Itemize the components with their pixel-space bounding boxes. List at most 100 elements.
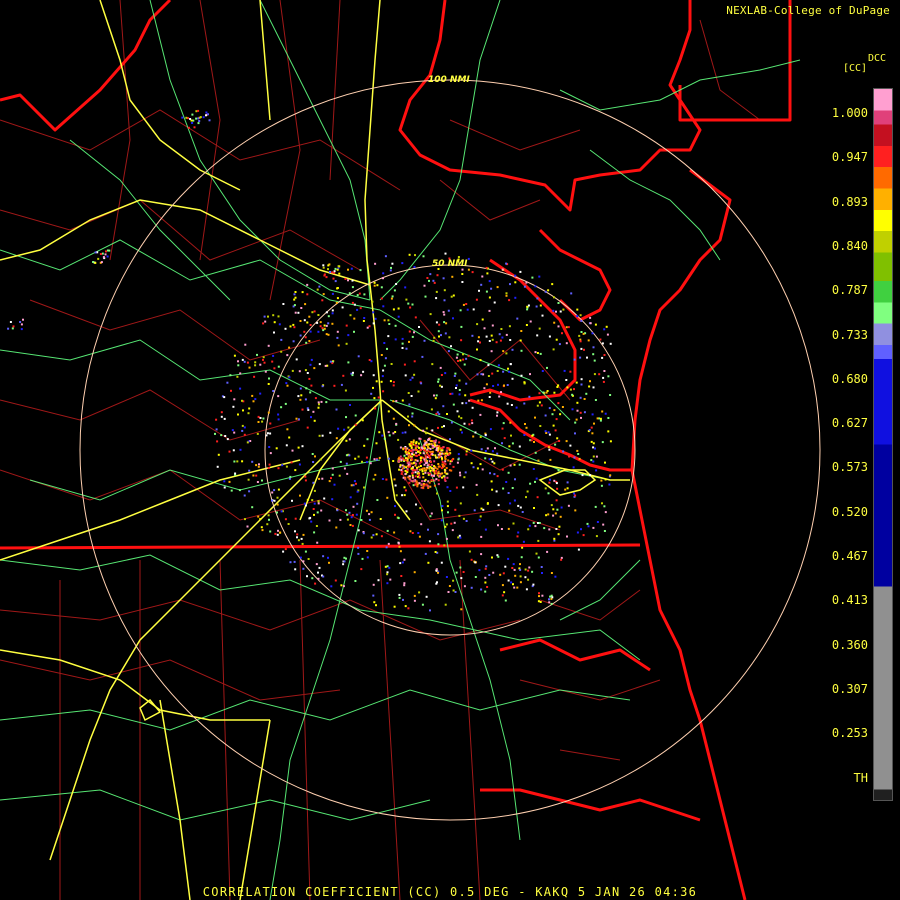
radar-echo [339, 460, 342, 463]
radar-echo [325, 311, 328, 314]
radar-echo [430, 460, 432, 463]
radar-echo [509, 283, 511, 286]
radar-echo [345, 509, 347, 512]
radar-echo [318, 434, 321, 437]
radar-echo [440, 334, 442, 337]
radar-echo [476, 323, 479, 326]
radar-echo [420, 446, 423, 449]
radar-echo [418, 454, 421, 456]
radar-echo [302, 567, 305, 570]
radar-echo [268, 377, 270, 380]
radar-echo [228, 480, 231, 483]
radar-echo [301, 542, 304, 545]
radar-echo [382, 305, 385, 308]
radar-echo [407, 392, 410, 394]
radar-echo [380, 286, 383, 289]
radar-echo [599, 338, 602, 341]
radar-echo [541, 370, 544, 372]
radar-echo [443, 468, 446, 471]
radar-echo [548, 448, 551, 451]
radar-echo [488, 309, 491, 312]
radar-echo [261, 479, 263, 482]
radar-echo [409, 378, 412, 381]
radar-echo [446, 486, 449, 489]
radar-echo [455, 571, 458, 574]
radar-echo [533, 441, 535, 443]
radar-echo [557, 302, 560, 304]
radar-echo [372, 311, 375, 314]
radar-echo [537, 556, 540, 559]
radar-echo [507, 492, 510, 494]
radar-echo [414, 471, 417, 474]
radar-echo [404, 374, 407, 377]
radar-echo [325, 333, 328, 336]
radar-echo [430, 479, 433, 482]
radar-echo [379, 518, 382, 520]
radar-echo [448, 257, 451, 260]
radar-echo [345, 439, 348, 442]
radar-echo [315, 563, 318, 566]
radar-echo [549, 595, 552, 598]
radar-echo [356, 502, 359, 505]
radar-echo [331, 498, 334, 501]
radar-echo [420, 483, 423, 486]
radar-echo [317, 401, 320, 404]
radar-echo [608, 483, 611, 486]
radar-echo [191, 122, 194, 124]
radar-echo [484, 528, 487, 531]
radar-echo [480, 373, 483, 376]
radar-echo [491, 450, 494, 453]
radar-echo [511, 348, 514, 351]
radar-echo [411, 455, 414, 458]
radar-echo [12, 325, 15, 328]
radar-echo [368, 518, 371, 521]
radar-echo [449, 438, 451, 441]
radar-echo [243, 494, 246, 497]
radar-echo [416, 468, 419, 471]
radar-echo [476, 467, 479, 470]
radar-echo [501, 468, 504, 471]
radar-map[interactable]: 100 NMI 50 NMI [0, 0, 900, 900]
radar-echo [323, 497, 326, 500]
radar-echo [550, 602, 553, 605]
radar-echo [447, 591, 450, 593]
radar-echo [318, 363, 321, 366]
radar-echo [418, 476, 421, 479]
radar-echo [406, 469, 409, 472]
radar-echo [318, 477, 321, 480]
radar-echo [20, 328, 23, 331]
radar-echo [108, 249, 111, 252]
radar-echo [560, 506, 563, 509]
radar-echo [413, 571, 416, 574]
radar-echo [395, 422, 398, 425]
radar-echo [463, 476, 466, 479]
radar-echo [427, 528, 429, 531]
radar-echo [509, 339, 512, 341]
radar-echo [566, 535, 568, 538]
radar-echo [343, 467, 346, 470]
radar-echo [425, 483, 428, 486]
radar-echo [580, 528, 582, 531]
radar-echo [247, 478, 250, 481]
radar-echo [335, 526, 338, 529]
radar-echo [552, 514, 555, 517]
radar-echo [336, 336, 339, 339]
radar-echo [508, 370, 511, 373]
radar-echo [420, 382, 423, 385]
radar-echo [423, 458, 426, 461]
radar-echo [340, 584, 343, 587]
radar-echo [528, 524, 531, 527]
radar-echo [414, 459, 417, 462]
radar-echo [599, 417, 602, 420]
radar-echo [277, 365, 280, 368]
radar-echo [452, 589, 455, 592]
radar-echo [422, 472, 425, 475]
radar-echo [94, 251, 97, 254]
radar-echo [484, 457, 487, 460]
radar-echo [300, 394, 303, 397]
radar-echo [305, 387, 308, 390]
radar-echo [425, 595, 428, 598]
radar-echo [553, 296, 555, 299]
radar-echo [387, 431, 390, 434]
radar-echo [595, 455, 598, 458]
